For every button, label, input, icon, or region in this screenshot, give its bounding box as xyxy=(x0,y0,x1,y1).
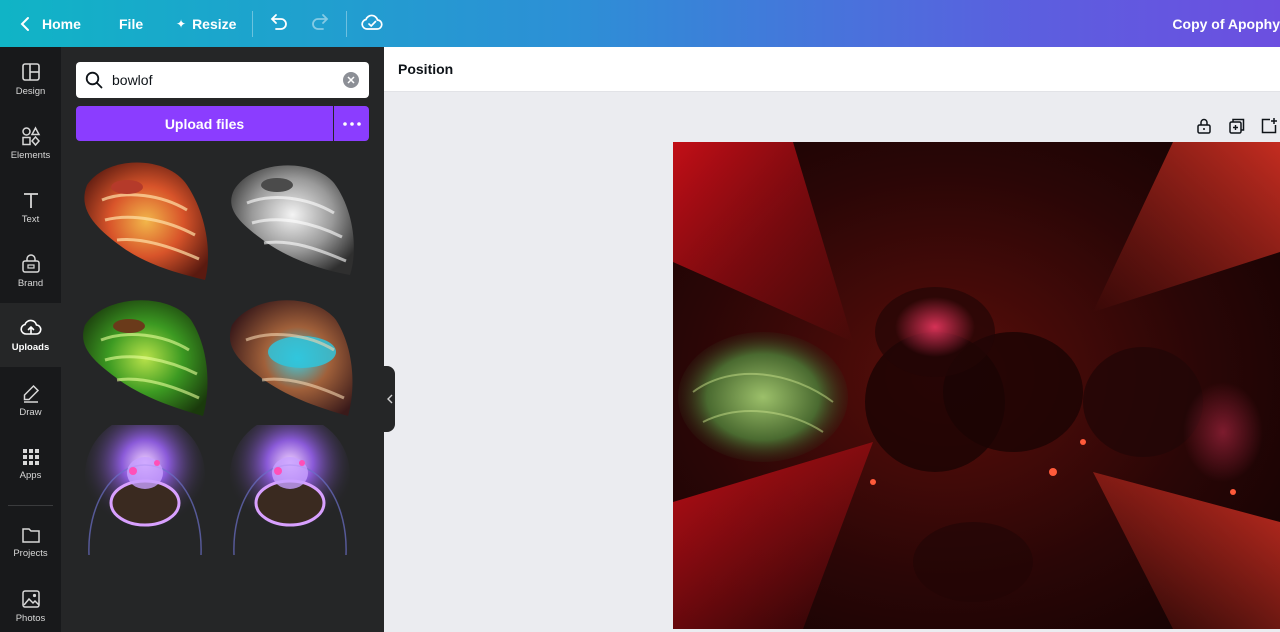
nav-item-projects[interactable]: Projects xyxy=(0,510,61,574)
add-page-button[interactable] xyxy=(1260,117,1278,140)
add-page-icon xyxy=(1261,118,1277,134)
chevron-left-icon xyxy=(386,394,392,404)
nav-item-design[interactable]: Design xyxy=(0,47,61,111)
nav-label: Draw xyxy=(19,406,42,418)
top-bar: Home File ✦ Resize Copy of Apophy xyxy=(0,0,1280,47)
sparkle-icon: ✦ xyxy=(176,16,187,31)
nav-label: Photos xyxy=(15,612,46,624)
nav-item-apps[interactable]: Apps xyxy=(0,432,61,496)
upload-thumbnail[interactable] xyxy=(77,155,213,287)
pen-icon xyxy=(23,384,39,403)
divider xyxy=(346,11,347,37)
home-button[interactable]: Home xyxy=(20,0,81,47)
close-icon xyxy=(347,76,355,84)
upload-files-button[interactable]: Upload files xyxy=(76,106,333,141)
nav-label: Uploads xyxy=(11,341,50,353)
duplicate-icon xyxy=(1229,118,1245,134)
design-canvas[interactable] xyxy=(673,142,1280,629)
image-icon xyxy=(21,589,40,608)
search-input[interactable]: bowlof xyxy=(76,62,369,98)
lock-button[interactable] xyxy=(1195,117,1213,140)
nav-item-uploads[interactable]: Uploads xyxy=(0,303,61,367)
search-value: bowlof xyxy=(112,72,153,88)
position-button[interactable]: Position xyxy=(398,61,453,77)
layout-icon xyxy=(21,62,40,81)
collapse-panel-button[interactable] xyxy=(384,366,395,432)
left-nav: Design Elements Text Brand Uploads Draw … xyxy=(0,47,61,632)
divider xyxy=(252,11,253,37)
upload-thumbnail[interactable] xyxy=(77,415,213,557)
nav-label: Elements xyxy=(10,149,51,161)
nav-item-draw[interactable]: Draw xyxy=(0,368,61,432)
upload-thumbnail[interactable] xyxy=(77,290,213,422)
more-dots-icon xyxy=(342,121,361,126)
nav-label: Projects xyxy=(13,547,48,559)
context-toolbar: Position xyxy=(384,47,1280,92)
nav-label: Apps xyxy=(19,469,42,481)
cloud-upload-icon xyxy=(19,319,42,335)
lock-icon xyxy=(1197,118,1211,134)
more-options-button[interactable] xyxy=(334,106,369,141)
undo-button[interactable] xyxy=(268,11,290,38)
folder-icon xyxy=(21,527,40,543)
file-menu-button[interactable]: File xyxy=(119,0,143,47)
shapes-icon xyxy=(21,125,40,146)
document-title[interactable]: Copy of Apophy xyxy=(1172,0,1280,47)
upload-thumbnail[interactable] xyxy=(222,290,358,422)
clear-search-button[interactable] xyxy=(343,72,359,88)
nav-divider xyxy=(8,505,53,506)
duplicate-page-button[interactable] xyxy=(1228,117,1246,140)
search-icon xyxy=(85,71,103,89)
nav-label: Text xyxy=(21,213,40,225)
uploads-panel: bowlof Upload files xyxy=(61,47,384,632)
home-label: Home xyxy=(42,15,81,32)
resize-label: Resize xyxy=(192,15,237,32)
nav-label: Brand xyxy=(17,277,44,289)
upload-thumbnail[interactable] xyxy=(222,155,358,287)
undo-icon xyxy=(270,14,287,30)
nav-item-text[interactable]: Text xyxy=(0,175,61,239)
save-status-button[interactable] xyxy=(360,10,384,39)
grid-icon xyxy=(22,448,39,465)
cloud-check-icon xyxy=(361,14,383,30)
brand-icon xyxy=(21,253,40,273)
redo-button[interactable] xyxy=(309,11,331,38)
file-label: File xyxy=(119,15,144,32)
fractal-artwork xyxy=(673,142,1280,629)
upload-thumbnail[interactable] xyxy=(222,415,358,557)
chevron-left-icon xyxy=(20,16,29,31)
redo-icon xyxy=(312,14,329,30)
nav-item-brand[interactable]: Brand xyxy=(0,239,61,303)
resize-button[interactable]: ✦ Resize xyxy=(176,0,236,47)
nav-item-elements[interactable]: Elements xyxy=(0,111,61,175)
nav-label: Design xyxy=(15,85,46,97)
nav-item-photos[interactable]: Photos xyxy=(0,574,61,632)
text-icon xyxy=(23,192,38,208)
